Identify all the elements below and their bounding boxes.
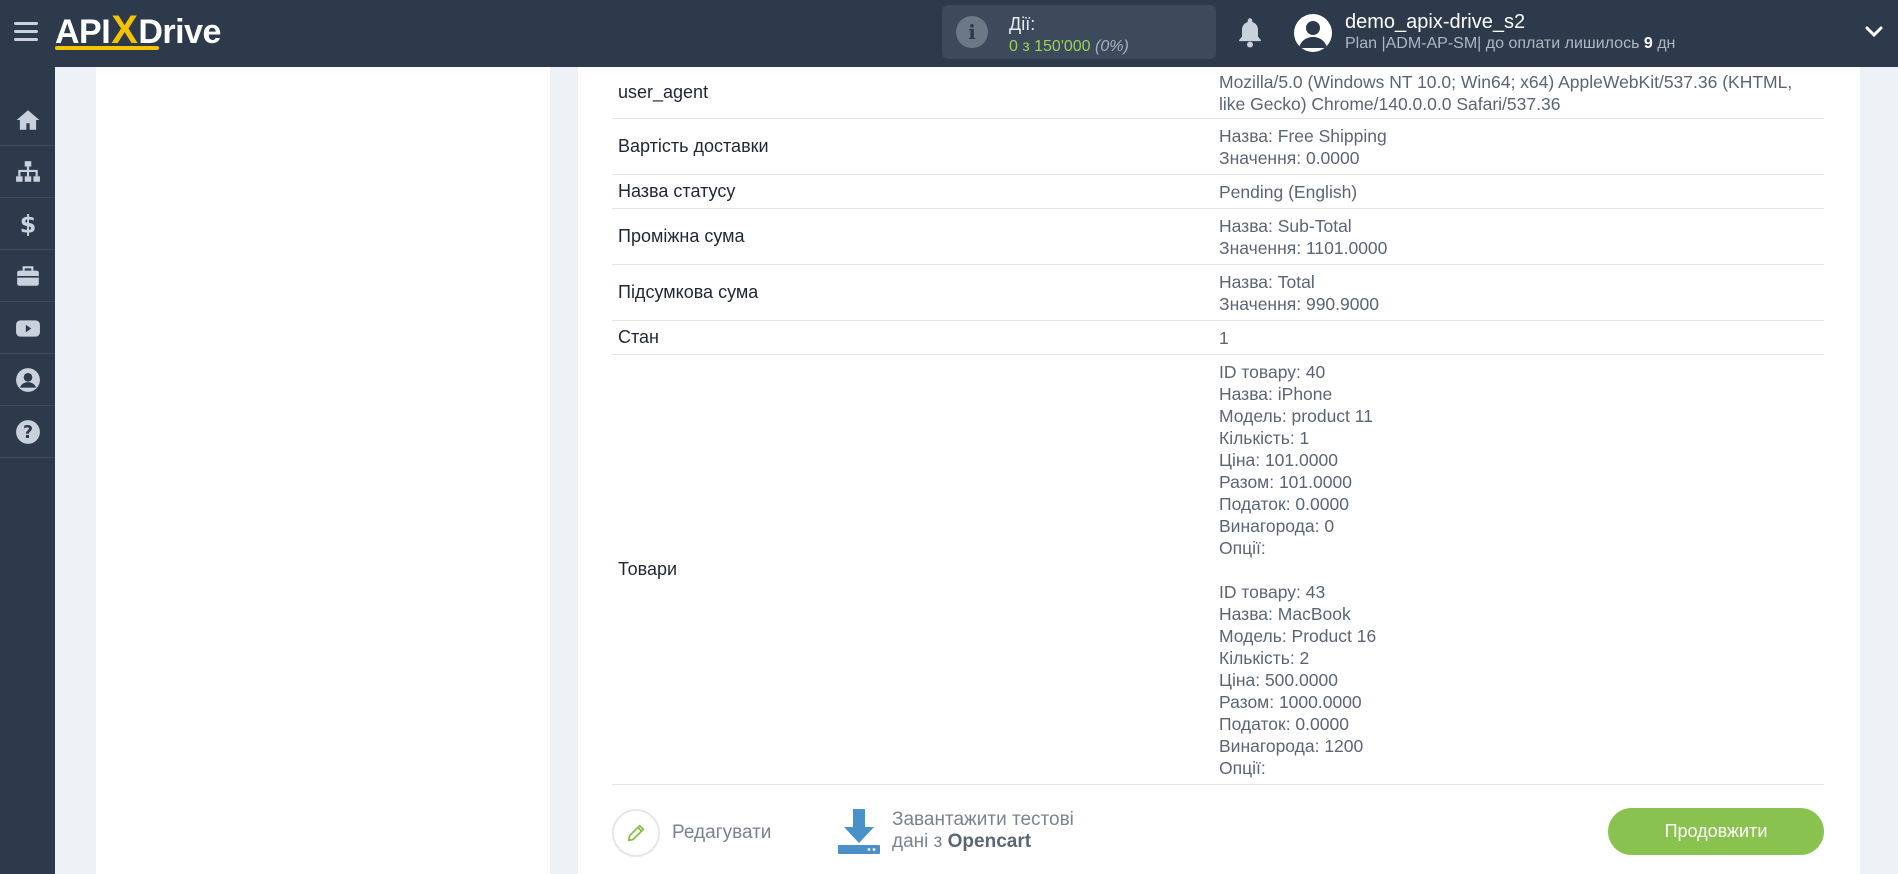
table-row: Товари ID товару: 40 Назва: iPhone Модел… xyxy=(612,355,1824,785)
home-icon xyxy=(16,109,39,130)
load-test-data-button[interactable]: Завантажити тестові дані з Opencart xyxy=(836,807,1074,855)
table-row: Підсумкова сума Назва: Total Значення: 9… xyxy=(612,265,1824,321)
table-row: Стан 1 xyxy=(612,321,1824,355)
edit-button[interactable]: Редагувати xyxy=(612,809,771,857)
edit-label: Редагувати xyxy=(672,822,772,843)
actions-value: 0 з 150'000 (0%) xyxy=(1009,38,1129,55)
svg-text:?: ? xyxy=(22,422,32,442)
data-table: user_agent Mozilla/5.0 (Windows NT 10.0;… xyxy=(612,67,1824,785)
youtube-icon xyxy=(15,319,40,337)
info-icon: i xyxy=(956,16,988,48)
main-card: user_agent Mozilla/5.0 (Windows NT 10.0;… xyxy=(578,67,1860,874)
sidebar-item-videos[interactable] xyxy=(0,302,55,354)
sidebar-item-account[interactable] xyxy=(0,354,55,406)
top-header: API X Drive i Дії: 0 з 150'000 (0%) demo_a… xyxy=(0,0,1898,67)
user-name[interactable]: demo_apix-drive_s2 xyxy=(1345,11,1525,34)
help-icon: ? xyxy=(15,419,40,444)
dollar-icon: $ xyxy=(19,211,36,237)
sidebar-item-billing[interactable]: $ xyxy=(0,198,55,250)
continue-button[interactable]: Продовжити xyxy=(1608,808,1824,855)
sitemap-icon xyxy=(15,160,40,182)
load-label: Завантажити тестові дані з Opencart xyxy=(892,809,1074,852)
sidebar-item-help[interactable]: ? xyxy=(0,406,55,458)
logo[interactable]: API X Drive xyxy=(55,8,221,54)
avatar[interactable] xyxy=(1294,14,1332,52)
sidebar-item-connections[interactable] xyxy=(0,146,55,198)
sidebar-item-home[interactable] xyxy=(0,94,55,146)
table-row: Проміжна сума Назва: Sub-Total Значення:… xyxy=(612,209,1824,265)
sidebar: $ ? xyxy=(0,67,55,874)
bell-icon[interactable] xyxy=(1236,16,1264,48)
table-row: Назва статусу Pending (English) xyxy=(612,175,1824,209)
sidebar-item-services[interactable] xyxy=(0,250,55,302)
user-icon xyxy=(15,367,40,392)
actions-label: Дії: xyxy=(1009,14,1036,34)
menu-icon[interactable] xyxy=(14,20,38,42)
left-panel xyxy=(96,67,550,874)
download-icon xyxy=(838,809,880,854)
svg-text:$: $ xyxy=(19,211,36,237)
table-row: Вартість доставки Назва: Free Shipping З… xyxy=(612,119,1824,175)
user-plan: Plan |ADM-AP-SM| до оплати лишилось 9 дн xyxy=(1345,35,1676,52)
actions-counter[interactable]: i Дії: 0 з 150'000 (0%) xyxy=(942,5,1216,59)
briefcase-icon xyxy=(16,265,39,286)
chevron-down-icon[interactable] xyxy=(1864,22,1884,42)
pencil-icon xyxy=(612,809,660,857)
table-row: user_agent Mozilla/5.0 (Windows NT 10.0;… xyxy=(612,67,1824,119)
